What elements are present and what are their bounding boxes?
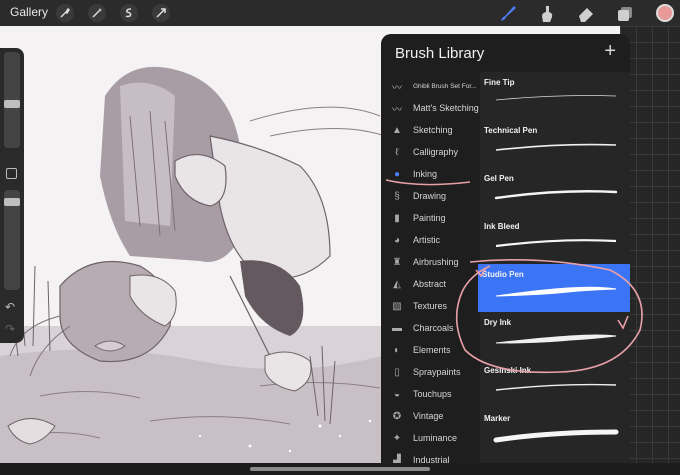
brush-stroke-preview (495, 286, 617, 297)
category-sketching[interactable]: ▲ Sketching (381, 120, 480, 140)
palette-icon: ◕ (393, 234, 401, 246)
modify-button[interactable] (6, 168, 17, 179)
brush-stroke-preview (495, 239, 617, 248)
brush-dry-ink[interactable]: Dry Ink (480, 312, 630, 360)
yin-yang-icon: ◐ (393, 344, 401, 356)
undo-icon[interactable]: ↶ (5, 300, 15, 314)
category-artistic[interactable]: ◕ Artistic (381, 230, 480, 250)
brush-list: Fine Tip Technical Pen Gel Pen Ink Bleed… (478, 72, 630, 463)
magic-wand-icon[interactable] (88, 4, 106, 22)
brush-ink-bleed[interactable]: Ink Bleed (480, 216, 630, 264)
color-swatch[interactable] (656, 4, 674, 22)
left-sidebar: ↶ ↷ (0, 48, 24, 343)
category-touchups[interactable]: ◒ Touchups (381, 384, 480, 404)
category-airbrushing[interactable]: ♜ Airbrushing (381, 252, 480, 272)
opacity-handle[interactable] (4, 198, 20, 206)
brush-stroke-preview (495, 143, 617, 151)
texture-icon: ▧ (392, 300, 402, 312)
brush-fine-tip[interactable]: Fine Tip (480, 72, 630, 120)
category-abstract[interactable]: ◭ Abstract (381, 274, 480, 294)
swirl-icon: § (394, 190, 400, 202)
category-industrial[interactable]: ▟ Industrial (381, 450, 480, 464)
category-painting[interactable]: ▮ Painting (381, 208, 480, 228)
category-vintage[interactable]: ✪ Vintage (381, 406, 480, 426)
brush-library-title: Brush Library (395, 45, 485, 62)
anvil-icon: ▟ (393, 454, 401, 464)
brush-stroke-icon: 〰 (392, 82, 402, 94)
brush-studio-pen[interactable]: Studio Pen (478, 264, 630, 312)
category-textures[interactable]: ▧ Textures (381, 296, 480, 316)
triangle-icon: ◭ (393, 278, 401, 290)
smudge-icon[interactable] (537, 4, 557, 24)
gallery-button[interactable]: Gallery (10, 5, 48, 19)
brush-stroke-preview (495, 334, 617, 344)
brush-icon[interactable] (498, 4, 518, 24)
brush-stroke-icon: 〰 (392, 104, 402, 116)
brush-technical-pen[interactable]: Technical Pen (480, 120, 630, 168)
transform-icon[interactable] (152, 4, 170, 22)
category-inking[interactable]: ● Inking (381, 164, 480, 184)
sparkle-icon: ✦ (392, 432, 402, 444)
brush-stroke-preview (495, 95, 617, 101)
category-charcoals[interactable]: ▬ Charcoals (381, 318, 480, 338)
touchup-icon: ◒ (393, 388, 401, 400)
spray-can-icon: ▯ (394, 366, 400, 378)
category-calligraphy[interactable]: ℓ Calligraphy (381, 142, 480, 162)
category-elements[interactable]: ◐ Elements (381, 340, 480, 360)
brush-size-handle[interactable] (4, 100, 20, 108)
brush-stroke-preview (495, 383, 617, 391)
category-drawing[interactable]: § Drawing (381, 186, 480, 206)
redo-icon[interactable]: ↷ (5, 322, 15, 336)
home-indicator[interactable] (250, 467, 430, 471)
paint-brush-icon: ▮ (394, 212, 400, 224)
brush-size-slider[interactable] (4, 52, 20, 148)
brush-stroke-preview (493, 429, 619, 443)
selection-icon[interactable] (120, 4, 138, 22)
layers-icon[interactable] (615, 4, 635, 24)
category-ghibli[interactable]: 〰 Ghibli Brush Set For... (381, 76, 480, 96)
opacity-slider[interactable] (4, 190, 20, 290)
add-brush-icon[interactable]: + (604, 40, 616, 63)
category-spraypaints[interactable]: ▯ Spraypaints (381, 362, 480, 382)
category-matts-sketching[interactable]: 〰 Matt's Sketching (381, 98, 480, 118)
star-badge-icon: ✪ (392, 410, 402, 422)
top-toolbar: Gallery (0, 0, 680, 26)
eraser-icon[interactable] (576, 4, 596, 24)
category-luminance[interactable]: ✦ Luminance (381, 428, 480, 448)
airbrush-icon: ♜ (392, 256, 402, 268)
brush-marker[interactable]: Marker (480, 408, 630, 456)
wrench-icon[interactable] (56, 4, 74, 22)
pencil-tip-icon: ▲ (392, 124, 402, 136)
charcoal-icon: ▬ (392, 322, 402, 334)
brush-library-panel: Brush Library + 〰 Ghibli Brush Set For..… (381, 34, 630, 463)
brush-gel-pen[interactable]: Gel Pen (480, 168, 630, 216)
brush-stroke-preview (494, 190, 618, 200)
calligraphy-icon: ℓ (395, 146, 399, 158)
ink-drop-icon: ● (393, 168, 401, 180)
brush-gesinski-ink[interactable]: Gesinski Ink (480, 360, 630, 408)
